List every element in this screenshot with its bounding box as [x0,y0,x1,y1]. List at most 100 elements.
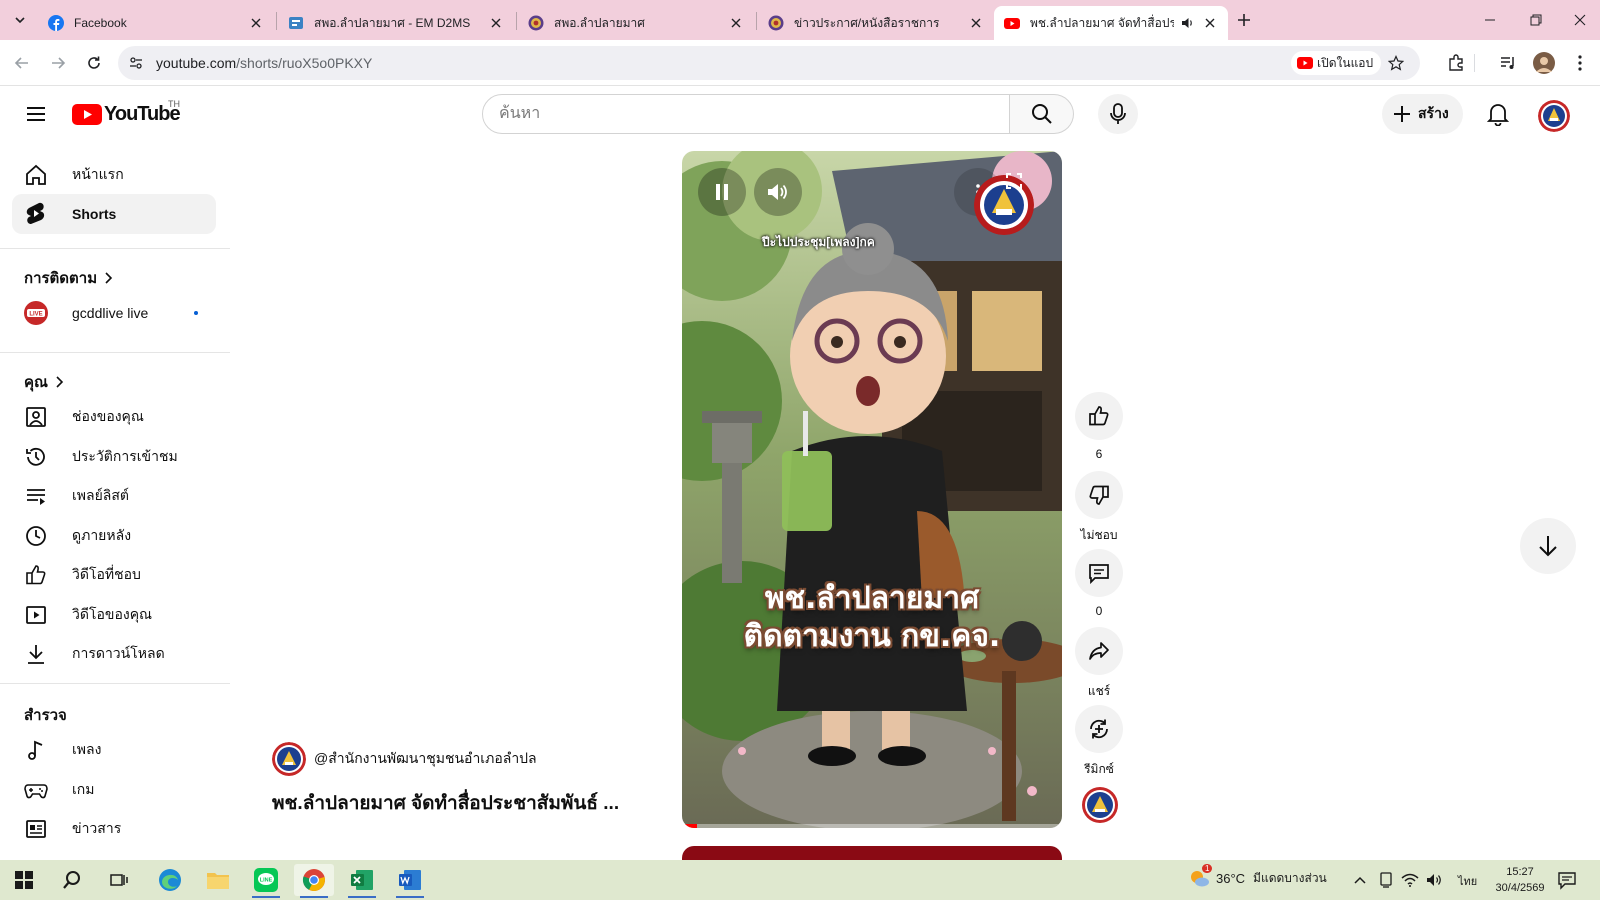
input-language[interactable]: ไทย [1458,872,1477,890]
channel-name[interactable]: @สำนักงานพัฒนาชุมชนอำเภอลำปล [314,748,537,770]
sidebar-item-gaming[interactable]: เกม [12,770,216,810]
account-avatar[interactable] [1538,100,1570,132]
word-icon[interactable] [390,864,430,898]
chrome-icon[interactable] [294,864,334,898]
sidebar-item-music[interactable]: เพลง [12,730,216,770]
youtube-logo-icon [72,104,102,125]
channel-row[interactable]: @สำนักงานพัฒนาชุมชนอำเภอลำปล [272,742,537,776]
forward-icon[interactable] [46,51,70,75]
share-button[interactable] [1075,627,1123,675]
explore-header-label: สำรวจ [24,707,67,724]
download-icon [24,642,48,666]
address-bar[interactable]: youtube.com/shorts/ruoX5o0PKXY เปิดในแอป [118,46,1420,80]
speaker-icon[interactable] [1424,870,1444,890]
remix-button[interactable] [1075,705,1123,753]
back-icon[interactable] [10,51,34,75]
channel-avatar[interactable] [272,742,306,776]
system-clock[interactable]: 15:27 30/4/2569 [1490,864,1550,896]
weather-widget[interactable]: 1 36°C มีแดดบางส่วน [1188,864,1327,888]
taskbar-search-icon[interactable] [52,864,92,896]
notification-center-icon[interactable] [1557,870,1577,890]
close-tab-icon[interactable] [968,15,984,31]
url-text[interactable]: youtube.com/shorts/ruoX5o0PKXY [156,55,372,71]
next-short-button[interactable] [1520,518,1576,574]
media-controls-icon[interactable] [1496,51,1520,75]
bookmark-star-icon[interactable] [1386,53,1406,73]
sidebar-item-watch-later[interactable]: ดูภายหลัง [12,516,216,556]
create-button[interactable]: สร้าง [1382,94,1463,134]
sidebar-item-liked-videos[interactable]: วิดีโอที่ชอบ [12,555,216,595]
sidebar-item-downloads[interactable]: การดาวน์โหลด [12,634,216,674]
subscriptions-header[interactable]: การติดตาม [24,266,113,290]
remix-action[interactable]: รีมิกซ์ [1075,705,1123,779]
new-tab-icon[interactable] [1234,10,1254,30]
sidebar-item-shorts[interactable]: Shorts [12,194,216,234]
restore-icon[interactable] [1524,8,1548,32]
sidebar-item-label: ช่องของคุณ [72,408,144,424]
audio-playing-icon[interactable] [1180,15,1196,31]
song-label[interactable]: ปีะไปประชุม[เพลง]กค [762,233,875,252]
volume-button[interactable] [754,168,802,216]
shorts-video-player[interactable]: ปีะไปประชุม[เพลง]กค พช.ลำปลายมาศ ติดตามง… [682,151,1062,828]
like-action[interactable]: 6 [1075,392,1123,461]
wifi-icon[interactable] [1400,870,1420,890]
site-info-icon[interactable] [126,53,146,73]
shorts-icon [24,202,48,226]
dislike-action[interactable]: ไม่ชอบ [1075,471,1123,545]
fullscreen-button[interactable] [1000,167,1028,195]
sidebar-item-home[interactable]: หน้าแรก [12,155,216,195]
voice-search-button[interactable] [1098,94,1138,134]
close-window-icon[interactable] [1568,8,1592,32]
sidebar-item-playlists[interactable]: เพลย์ลิสต์ [12,476,216,516]
guide-menu-icon[interactable] [24,102,48,126]
close-tab-icon[interactable] [1202,15,1218,31]
browser-tab-lamplaimat[interactable]: สพอ.ลำปลายมาศ [518,6,754,40]
reload-icon[interactable] [82,51,106,75]
browser-tab-facebook[interactable]: Facebook [38,6,274,40]
like-button[interactable] [1075,392,1123,440]
pause-button[interactable] [698,168,746,216]
comment-action[interactable]: 0 [1075,549,1123,618]
extensions-icon[interactable] [1444,51,1468,75]
task-view-icon[interactable] [100,864,140,896]
profile-avatar-icon[interactable] [1532,51,1556,75]
seal-icon [768,15,784,31]
line-app-icon[interactable]: LINE [246,864,286,898]
country-code: TH [168,99,180,109]
sidebar-item-your-videos[interactable]: วิดีโอของคุณ [12,595,216,635]
browser-tab-d2ms[interactable]: สพอ.ลำปลายมาศ - EM D2MS [278,6,514,40]
sidebar-item-news[interactable]: ข่าวสาร [12,809,216,849]
channel-avatar: LIVE [24,301,48,325]
file-explorer-icon[interactable] [198,864,238,896]
video-progress-bar[interactable] [682,824,1062,828]
browser-menu-icon[interactable] [1568,51,1592,75]
video-title[interactable]: พช.ลำปลายมาศ จัดทำสื่อประชาสัมพันธ์ ... [272,788,652,818]
youtube-logo[interactable]: YouTube TH [72,99,181,126]
search-button[interactable] [1010,94,1074,134]
open-in-app-button[interactable]: เปิดในแอป [1291,51,1382,75]
show-hidden-icons-chevron-icon[interactable] [1350,870,1370,890]
minimize-icon[interactable] [1478,8,1502,32]
notifications-bell-icon[interactable] [1484,100,1512,128]
browser-tab-announcements[interactable]: ข่าวประกาศ/หนังสือราชการ [758,6,994,40]
browser-tab-youtube-active[interactable]: พช.ลำปลายมาศ จัดทำสื่อประชา [994,6,1228,40]
sidebar-item-history[interactable]: ประวัติการเข้าชม [12,437,216,477]
arrow-down-icon [1539,536,1557,557]
you-header[interactable]: คุณ [24,370,64,394]
sound-source-avatar[interactable] [1080,785,1120,825]
tab-search-chevron-icon[interactable] [8,8,32,32]
windows-start-icon[interactable] [4,864,44,896]
meet-now-icon[interactable] [1376,870,1396,890]
share-action[interactable]: แชร์ [1075,627,1123,701]
edge-browser-icon[interactable] [150,864,190,896]
dislike-button[interactable] [1075,471,1123,519]
excel-icon[interactable] [342,864,382,898]
comments-button[interactable] [1075,549,1123,597]
close-tab-icon[interactable] [728,15,744,31]
close-tab-icon[interactable] [488,15,504,31]
close-tab-icon[interactable] [248,15,264,31]
search-input[interactable] [482,94,1010,134]
sidebar-item-your-channel[interactable]: ช่องของคุณ [12,397,216,437]
liked-icon [24,563,48,587]
sidebar-item-gcddlive[interactable]: LIVE gcddlive live [12,293,216,333]
